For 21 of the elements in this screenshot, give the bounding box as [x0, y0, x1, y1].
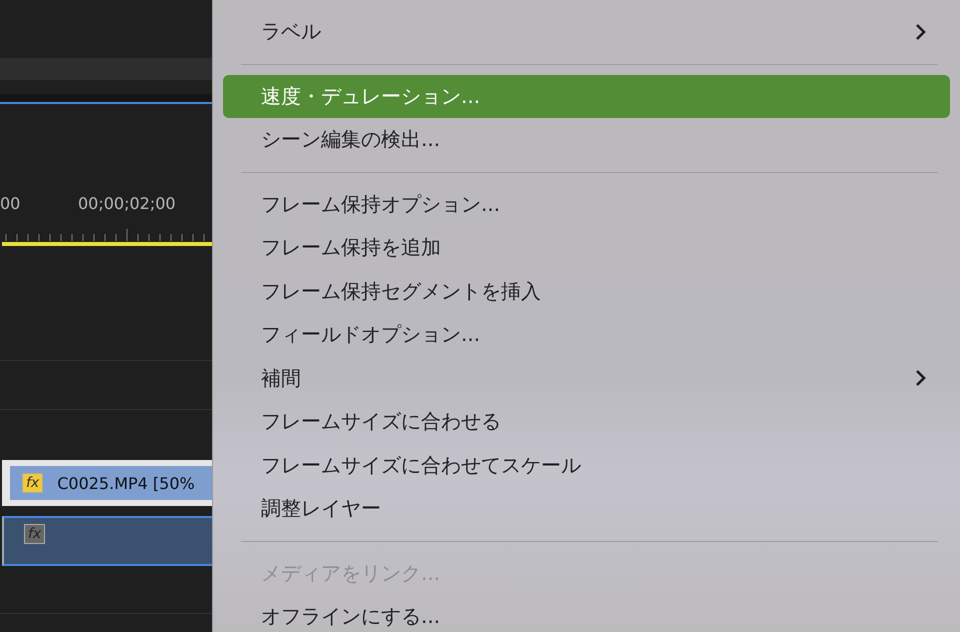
menu-item[interactable]: フレーム保持セグメントを挿入	[223, 270, 950, 313]
scrollbar[interactable]	[0, 58, 212, 80]
menu-item[interactable]: フレームサイズに合わせてスケール	[223, 444, 950, 487]
timecode-label: 00;00;02;00	[78, 194, 176, 213]
menu-item[interactable]: フレームサイズに合わせる	[223, 400, 950, 444]
menu-item[interactable]: フィールドオプション...	[223, 313, 950, 356]
menu-item[interactable]: 調整レイヤー	[223, 487, 950, 530]
menu-item[interactable]: オフラインにする...	[223, 595, 950, 632]
chevron-right-icon	[914, 369, 926, 388]
menu-item[interactable]: シーン編集の検出...	[223, 118, 950, 162]
menu-item[interactable]: フレーム保持オプション...	[223, 182, 950, 226]
fx-badge: fx	[24, 524, 46, 544]
video-clip[interactable]: fx C0025.MP4 [50%	[2, 460, 212, 506]
chevron-right-icon	[914, 22, 926, 41]
fx-badge: fx	[22, 473, 44, 493]
menu-item[interactable]: フレーム保持を追加	[223, 226, 950, 270]
clip-name: C0025.MP4 [50%	[57, 474, 195, 492]
timecode-label: 00	[0, 194, 20, 213]
menu-item[interactable]: 速度・デュレーション...	[223, 74, 950, 118]
menu-item[interactable]: 補間	[223, 356, 950, 400]
menu-item[interactable]: ラベル	[223, 10, 950, 54]
